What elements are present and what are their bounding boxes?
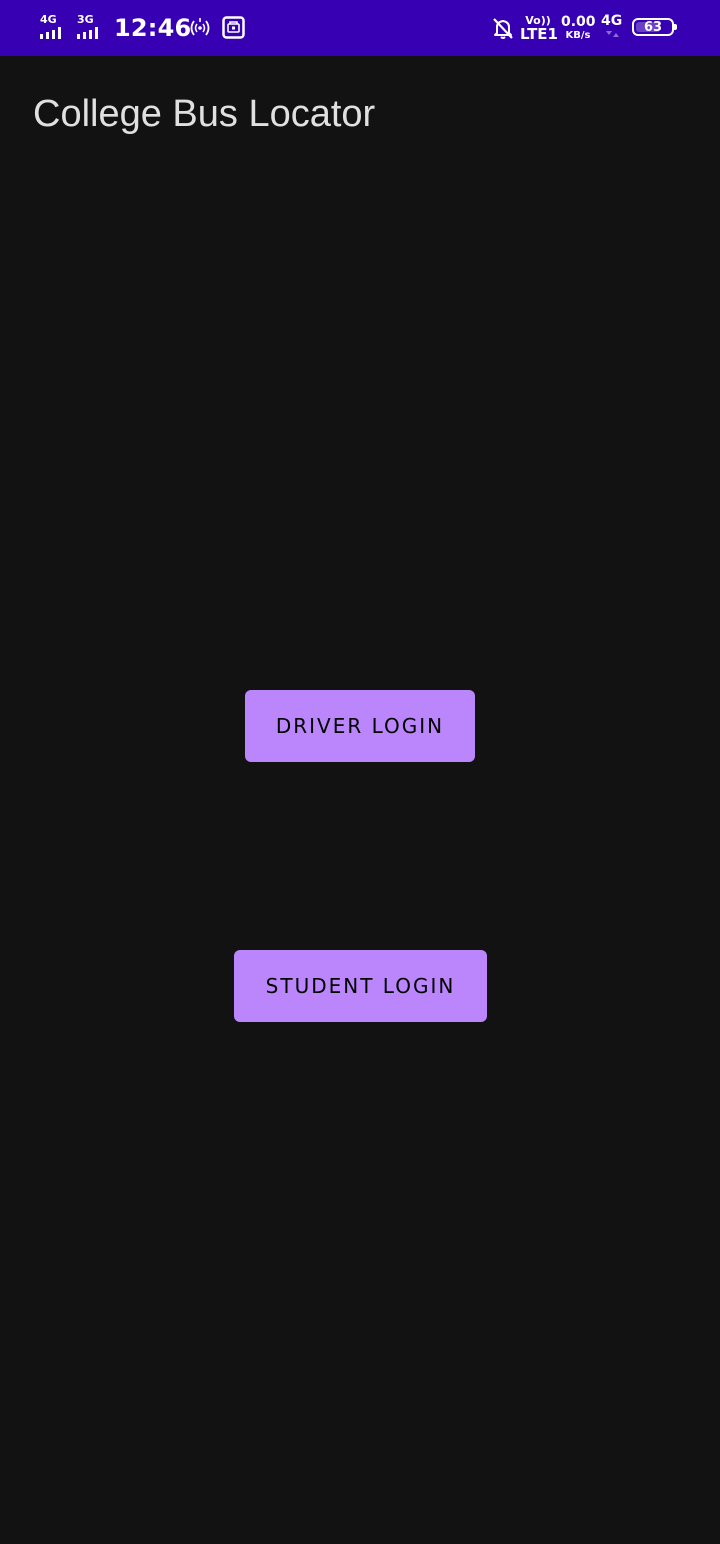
battery-level: 63 — [643, 19, 663, 35]
driver-login-button[interactable]: DRIVER LOGIN — [245, 690, 475, 762]
sim1-signal-icon — [40, 27, 61, 39]
sim2-network-label: 3G — [77, 13, 94, 26]
status-bar: 4G 3G 12:46 Vo)) LTE1 0.00 KB/s 4G 63 — [0, 0, 720, 56]
status-time: 12:46 — [114, 14, 192, 42]
student-login-button[interactable]: STUDENT LOGIN — [234, 950, 487, 1022]
bell-off-icon — [493, 18, 513, 39]
volte-bottom-label: LTE1 — [520, 25, 558, 43]
data-network-label: 4G — [601, 13, 623, 29]
network-speed: 0.00 KB/s — [561, 14, 596, 41]
battery-icon: 63 — [632, 18, 677, 36]
app-title: College Bus Locator — [33, 93, 376, 135]
data-arrows-icon — [606, 31, 619, 37]
speed-value: 0.00 — [561, 14, 596, 30]
sim1-network-label: 4G — [40, 13, 57, 26]
hotspot-icon — [190, 18, 210, 36]
screen: 4G 3G 12:46 Vo)) LTE1 0.00 KB/s 4G 63 Co… — [0, 0, 720, 1544]
sim2-signal-icon — [77, 27, 98, 39]
app-notification-icon — [222, 16, 245, 39]
data-network-indicator: 4G — [601, 14, 622, 38]
speed-unit: KB/s — [565, 30, 591, 41]
volte-indicator: Vo)) LTE1 — [520, 15, 558, 43]
